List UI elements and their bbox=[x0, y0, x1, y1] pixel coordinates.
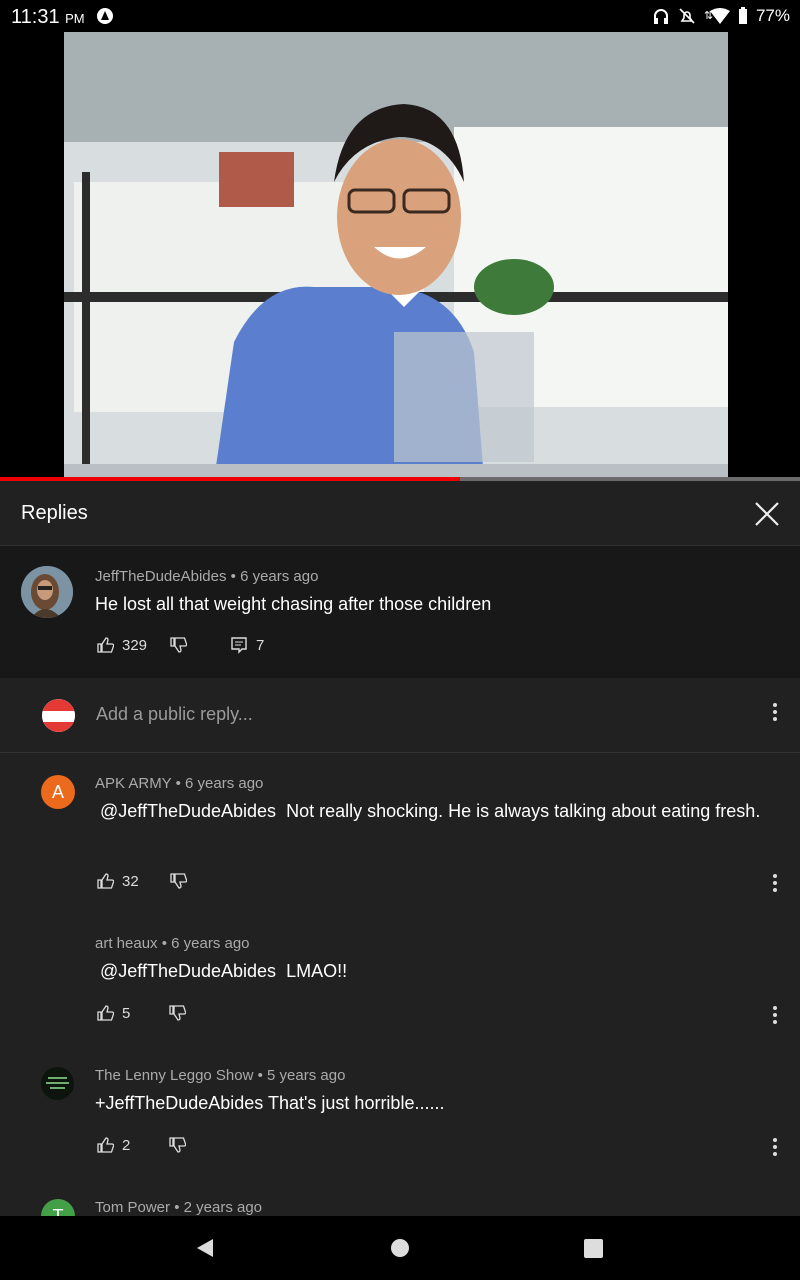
avatar[interactable] bbox=[21, 566, 73, 618]
notification-icon bbox=[97, 8, 113, 24]
comment-age: 5 years ago bbox=[267, 1067, 346, 1084]
comment-body: Not really shocking. He is always talkin… bbox=[286, 801, 761, 821]
reply-box: Add a public reply... bbox=[0, 678, 800, 753]
panel-title: Replies bbox=[21, 502, 88, 524]
comment-body: LMAO!! bbox=[286, 961, 348, 981]
user-avatar-image bbox=[42, 699, 75, 732]
like-button[interactable]: 2 bbox=[96, 1136, 130, 1154]
comment-actions: 5 bbox=[96, 1004, 187, 1022]
video-thumbnail-image bbox=[64, 32, 728, 480]
like-count: 2 bbox=[122, 1136, 131, 1154]
parent-actions: 329 7 bbox=[96, 636, 264, 654]
comment-age: 2 years ago bbox=[183, 1199, 263, 1216]
thumbs-up-icon bbox=[97, 873, 114, 889]
thumbs-down-icon[interactable] bbox=[168, 1136, 187, 1154]
comment-author[interactable]: JeffTheDudeAbides bbox=[95, 568, 226, 585]
avatar[interactable] bbox=[41, 1067, 74, 1100]
battery-icon bbox=[738, 7, 747, 24]
avatar[interactable]: A bbox=[41, 775, 75, 809]
comment-age: 6 years ago bbox=[185, 775, 264, 792]
clock: 11:31 PM bbox=[11, 6, 85, 29]
headphones-icon bbox=[653, 9, 668, 24]
avatar[interactable]: T bbox=[41, 1199, 75, 1216]
mention-link[interactable]: @JeffTheDudeAbides bbox=[100, 961, 276, 981]
comment-meta: JeffTheDudeAbides • 6 years ago bbox=[95, 568, 319, 585]
mute-icon bbox=[679, 8, 695, 24]
video-player[interactable] bbox=[0, 32, 800, 480]
replies-header: Replies bbox=[0, 481, 800, 546]
like-count: 5 bbox=[122, 1004, 131, 1022]
user-avatar bbox=[42, 699, 75, 732]
comment-text: @JeffTheDudeAbides Not really shocking. … bbox=[95, 797, 765, 825]
comment-meta: Tom Power • 2 years ago bbox=[95, 1199, 263, 1216]
comment-author[interactable]: art heaux bbox=[95, 935, 158, 952]
replies-panel: Replies JeffTheDudeAbides • 6 years ago … bbox=[0, 481, 800, 1216]
thumbs-down-icon[interactable] bbox=[168, 1004, 187, 1022]
comment-actions: 2 bbox=[96, 1136, 187, 1154]
like-count: 32 bbox=[122, 872, 139, 890]
thumbs-down-icon[interactable] bbox=[169, 636, 188, 654]
comment-text: @JeffTheDudeAbides LMAO!! bbox=[95, 957, 347, 985]
status-bar: 11:31 PM ⇅ 77% bbox=[0, 0, 800, 32]
comment-age: 6 years ago bbox=[240, 568, 319, 585]
home-icon[interactable] bbox=[390, 1238, 410, 1258]
thumbs-up-icon bbox=[97, 1005, 114, 1021]
mention-link[interactable]: @JeffTheDudeAbides bbox=[100, 801, 276, 821]
comment-age: 6 years ago bbox=[171, 935, 250, 952]
comment-actions: 32 bbox=[96, 872, 187, 890]
navigation-bar bbox=[0, 1216, 800, 1280]
like-button[interactable]: 5 bbox=[96, 1004, 130, 1022]
more-icon[interactable] bbox=[772, 873, 778, 893]
comment-author[interactable]: Tom Power bbox=[95, 1199, 170, 1216]
back-icon[interactable] bbox=[195, 1238, 215, 1258]
like-button[interactable]: 329 bbox=[96, 636, 147, 654]
avatar-image bbox=[41, 1067, 74, 1100]
comment-author[interactable]: APK ARMY bbox=[95, 775, 171, 792]
more-icon[interactable] bbox=[772, 1137, 778, 1157]
recents-icon[interactable] bbox=[584, 1239, 603, 1258]
clock-ampm: PM bbox=[65, 11, 85, 26]
comment-meta: art heaux • 6 years ago bbox=[95, 935, 250, 952]
reply-input[interactable]: Add a public reply... bbox=[96, 704, 253, 725]
reply-count: 7 bbox=[256, 636, 265, 654]
battery-percent: 77% bbox=[755, 6, 790, 25]
video-frame bbox=[64, 32, 728, 480]
status-icons: ⇅ 77% bbox=[652, 6, 790, 26]
comment-text: +JeffTheDudeAbides That's just horrible.… bbox=[95, 1093, 445, 1113]
thumbs-down-icon[interactable] bbox=[169, 872, 187, 890]
avatar-image bbox=[21, 566, 73, 618]
more-icon[interactable] bbox=[772, 1005, 778, 1025]
replies-count-button[interactable]: 7 bbox=[230, 636, 264, 654]
comment-meta: The Lenny Leggo Show • 5 years ago bbox=[95, 1067, 346, 1084]
clock-time: 11:31 bbox=[11, 6, 60, 28]
reply-icon bbox=[231, 637, 247, 654]
parent-comment: JeffTheDudeAbides • 6 years ago He lost … bbox=[0, 546, 800, 721]
comment-text: He lost all that weight chasing after th… bbox=[95, 594, 492, 614]
comment-author[interactable]: The Lenny Leggo Show bbox=[95, 1067, 253, 1084]
thumbs-up-icon bbox=[97, 637, 114, 653]
like-button[interactable]: 32 bbox=[96, 872, 139, 890]
thumbs-up-icon bbox=[97, 1137, 114, 1153]
close-icon[interactable] bbox=[754, 501, 780, 527]
wifi-icon: ⇅ bbox=[704, 8, 730, 24]
comment-meta: APK ARMY • 6 years ago bbox=[95, 775, 264, 792]
like-count: 329 bbox=[122, 636, 148, 654]
